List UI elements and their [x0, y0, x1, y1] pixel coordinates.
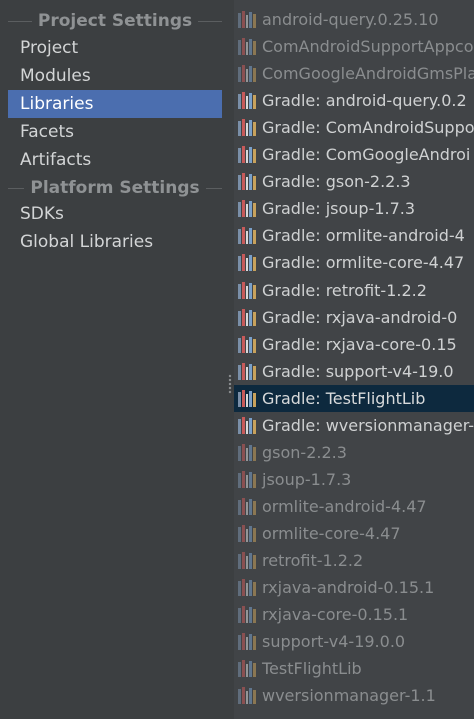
list-item[interactable]: rxjava-core-0.15.1	[234, 601, 474, 628]
list-item[interactable]: retrofit-1.2.2	[234, 547, 474, 574]
library-label: Gradle: ComGoogleAndroi	[262, 145, 471, 165]
library-icon	[238, 416, 256, 434]
list-item[interactable]: TestFlightLib	[234, 655, 474, 682]
library-icon	[238, 606, 256, 624]
list-item[interactable]: ormlite-core-4.47	[234, 520, 474, 547]
list-item[interactable]: ComAndroidSupportAppco	[234, 33, 474, 60]
library-icon	[238, 173, 256, 191]
divider	[198, 20, 222, 22]
library-icon	[238, 92, 256, 110]
library-label: rxjava-android-0.15.1	[262, 578, 435, 598]
library-label: Gradle: jsoup-1.7.3	[262, 199, 416, 219]
library-label: support-v4-19.0.0	[262, 632, 406, 652]
library-icon	[238, 200, 256, 218]
library-icon	[238, 389, 256, 407]
library-label: ComGoogleAndroidGmsPla	[262, 64, 474, 84]
library-label: gson-2.2.3	[262, 442, 347, 462]
library-label: Gradle: retrofit-1.2.2	[262, 280, 427, 300]
library-icon	[238, 579, 256, 597]
list-item[interactable]: android-query.0.25.10	[234, 6, 474, 33]
platform-settings-label: Platform Settings	[30, 178, 200, 198]
settings-sidebar: Project Settings Project Modules Librari…	[0, 0, 226, 719]
sidebar-item-artifacts[interactable]: Artifacts	[8, 146, 222, 174]
library-label: ormlite-android-4.47	[262, 496, 427, 516]
library-label: rxjava-core-0.15.1	[262, 605, 409, 625]
list-item[interactable]: ComGoogleAndroidGmsPla	[234, 60, 474, 87]
sidebar-item-project[interactable]: Project	[8, 34, 222, 62]
list-item[interactable]: Gradle: ComAndroidSuppo	[234, 114, 474, 141]
library-label: jsoup-1.7.3	[262, 469, 352, 489]
divider	[205, 187, 223, 189]
library-label: Gradle: ormlite-core-4.47	[262, 253, 465, 273]
sidebar-item-sdks[interactable]: SDKs	[8, 200, 222, 228]
list-item[interactable]: support-v4-19.0.0	[234, 628, 474, 655]
library-label: Gradle: android-query.0.2	[262, 91, 467, 111]
list-item[interactable]: gson-2.2.3	[234, 439, 474, 466]
list-item[interactable]: Gradle: gson-2.2.3	[234, 168, 474, 195]
library-label: Gradle: rxjava-android-0	[262, 307, 458, 327]
library-label: Gradle: support-v4-19.0	[262, 361, 454, 381]
list-item[interactable]: ormlite-android-4.47	[234, 493, 474, 520]
library-icon	[238, 552, 256, 569]
platform-settings-header: Platform Settings	[8, 178, 223, 198]
library-icon	[238, 254, 256, 272]
library-label: Gradle: wversionmanager-	[262, 415, 474, 435]
list-item[interactable]: rxjava-android-0.15.1	[234, 574, 474, 601]
sidebar-item-modules[interactable]: Modules	[8, 62, 222, 90]
project-settings-label: Project Settings	[37, 11, 193, 31]
library-icon	[238, 497, 256, 515]
library-icon	[238, 687, 256, 705]
divider	[8, 187, 25, 189]
divider	[8, 20, 32, 22]
list-item[interactable]: Gradle: wversionmanager-	[234, 412, 474, 439]
list-item[interactable]: jsoup-1.7.3	[234, 466, 474, 493]
list-item[interactable]: wversionmanager-1.1	[234, 682, 474, 709]
library-icon	[238, 308, 256, 326]
project-settings-header: Project Settings	[8, 11, 222, 31]
library-icon	[238, 281, 256, 299]
library-icon	[238, 660, 256, 678]
list-item[interactable]: Gradle: support-v4-19.0	[234, 358, 474, 385]
library-icon	[238, 65, 256, 83]
library-label: ormlite-core-4.47	[262, 523, 401, 543]
list-item[interactable]: Gradle: ormlite-core-4.47	[234, 249, 474, 276]
sidebar-item-libraries[interactable]: Libraries	[8, 90, 222, 118]
library-label: retrofit-1.2.2	[262, 551, 364, 570]
list-item[interactable]: Gradle: TestFlightLib	[234, 384, 474, 412]
library-label: android-query.0.25.10	[262, 10, 439, 29]
list-item[interactable]: Gradle: ormlite-android-4	[234, 222, 474, 249]
library-icon	[238, 335, 256, 353]
library-label: Gradle: TestFlightLib	[262, 388, 426, 408]
library-icon	[238, 119, 256, 137]
library-label: Gradle: gson-2.2.3	[262, 172, 411, 192]
library-icon	[238, 470, 256, 488]
library-icon	[238, 443, 256, 461]
library-icon	[238, 633, 256, 651]
library-icon	[238, 524, 256, 542]
library-label: ComAndroidSupportAppco	[262, 37, 474, 57]
library-icon	[238, 38, 256, 56]
library-icon	[238, 11, 256, 28]
sidebar-item-global-libraries[interactable]: Global Libraries	[8, 228, 222, 256]
list-item[interactable]: Gradle: android-query.0.2	[234, 87, 474, 114]
library-label: Gradle: ComAndroidSuppo	[262, 118, 474, 138]
list-item[interactable]: Gradle: ComGoogleAndroi	[234, 141, 474, 168]
library-icon	[238, 227, 256, 245]
list-item[interactable]: Gradle: jsoup-1.7.3	[234, 195, 474, 222]
list-item[interactable]: Gradle: rxjava-android-0	[234, 304, 474, 331]
library-icon	[238, 362, 256, 380]
library-label: Gradle: rxjava-core-0.15	[262, 334, 457, 354]
list-item[interactable]: Gradle: rxjava-core-0.15	[234, 331, 474, 358]
libraries-list: android-query.0.25.10 ComAndroidSupportAp…	[234, 0, 474, 719]
panel-splitter[interactable]	[226, 0, 234, 719]
sidebar-item-facets[interactable]: Facets	[8, 118, 222, 146]
list-item[interactable]: Gradle: retrofit-1.2.2	[234, 277, 474, 304]
library-label: TestFlightLib	[262, 659, 362, 679]
splitter-grip-icon[interactable]	[228, 374, 232, 394]
project-structure-window: Project Settings Project Modules Librari…	[0, 0, 474, 719]
library-icon	[238, 146, 256, 164]
library-label: Gradle: ormlite-android-4	[262, 226, 465, 246]
library-label: wversionmanager-1.1	[262, 686, 436, 706]
